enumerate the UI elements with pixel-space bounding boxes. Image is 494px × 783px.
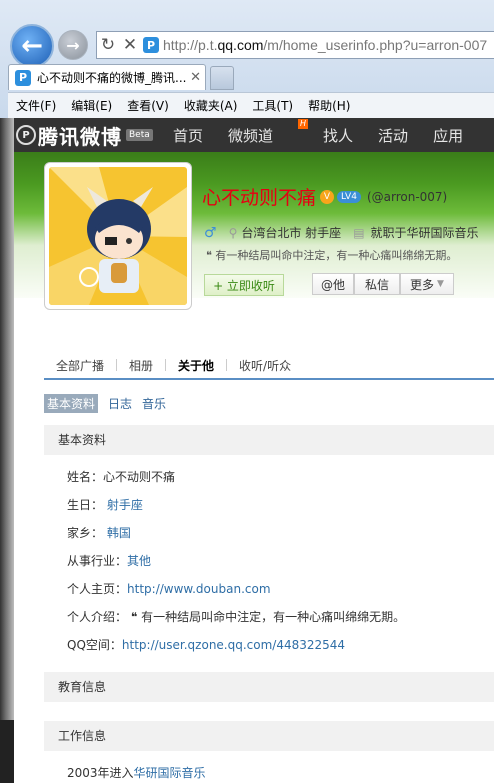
site-topbar: P 腾讯微博 Beta 首页 微频道 H 找人 活动 应用 — [14, 118, 494, 152]
profile-motto: ❝ 有一种结局叫命中注定，有一种心痛叫绵绵无期。 — [206, 249, 458, 262]
info-qzone: QQ空间：http://user.qzone.qq.com/448322544 — [67, 638, 346, 652]
menu-bar: 文件(F) 编辑(E) 查看(V) 收藏夹(A) 工具(T) 帮助(H) — [8, 92, 494, 118]
nav-apps[interactable]: 应用 — [433, 125, 463, 146]
nav-home[interactable]: 首页 — [173, 125, 203, 146]
nav-channel[interactable]: 微频道 H — [228, 118, 309, 146]
logo-icon: P — [16, 125, 36, 145]
tab-favicon-icon: P — [15, 69, 31, 86]
site-favicon-icon: P — [143, 37, 159, 53]
site-nav: 首页 微频道 H 找人 活动 应用 — [173, 118, 488, 146]
avatar[interactable] — [44, 162, 192, 310]
section-basic-header: 基本资料 — [44, 425, 494, 455]
info-intro: 个人介绍： ❝ 有一种结局叫命中注定，有一种心痛叫绵绵无期。 — [67, 610, 406, 624]
section-work-header: 工作信息 — [44, 721, 494, 751]
work-entry: 2003年进入华研国际音乐 — [67, 766, 206, 780]
stop-icon[interactable]: ✕ — [119, 35, 141, 55]
arrow-right-icon: → — [66, 35, 80, 55]
profile-meta: ♂ ⚲ 台湾台北市 射手座 ▤ 就职于华研国际音乐 — [204, 224, 479, 241]
follow-button[interactable]: + 立即收听 — [204, 274, 284, 296]
menu-tools[interactable]: 工具(T) — [252, 97, 293, 114]
new-tab-button[interactable] — [210, 66, 234, 90]
avatar-image — [49, 167, 187, 305]
profile-tabs: 全部广播 相册 关于他 收听/听众 — [44, 352, 494, 380]
menu-view[interactable]: 查看(V) — [127, 97, 169, 114]
subtab-blog[interactable]: 日志 — [108, 395, 132, 412]
homepage-link[interactable]: http://www.douban.com — [127, 582, 271, 596]
info-name: 姓名：心不动则不痛 — [67, 470, 176, 484]
menu-file[interactable]: 文件(F) — [16, 97, 56, 114]
close-tab-icon[interactable]: ✕ — [190, 70, 201, 85]
hot-badge: H — [298, 118, 309, 129]
menu-help[interactable]: 帮助(H) — [308, 97, 350, 114]
location-text: 台湾台北市 射手座 — [241, 226, 342, 240]
info-homepage: 个人主页：http://www.douban.com — [67, 582, 271, 596]
briefcase-icon: ▤ — [353, 225, 365, 240]
browser-tab[interactable]: P 心不动则不痛的微博_腾讯... ✕ — [8, 64, 206, 90]
job-text: 就职于华研国际音乐 — [370, 226, 479, 240]
subtab-basic[interactable]: 基本资料 — [44, 394, 99, 413]
company-link[interactable]: 华研国际音乐 — [134, 766, 206, 780]
account-id: (@arron-007) — [366, 189, 448, 204]
nav-events[interactable]: 活动 — [378, 125, 408, 146]
forward-button[interactable]: → — [58, 30, 88, 60]
section-edu-header: 教育信息 — [44, 672, 494, 702]
browser-chrome: ← → ↻ ✕ P http://p.t.qq.com/m/home_useri… — [0, 0, 494, 118]
industry-link[interactable]: 其他 — [127, 554, 151, 568]
info-hometown: 家乡： 韩国 — [67, 526, 131, 540]
back-button[interactable]: ← — [10, 24, 54, 68]
background-strip-dark — [0, 720, 14, 783]
tab-about[interactable]: 关于他 — [166, 357, 226, 374]
level-badge: LV4 — [337, 190, 361, 203]
mention-button[interactable]: @他 — [312, 273, 354, 295]
tab-title: 心不动则不痛的微博_腾讯... — [37, 71, 187, 85]
arrow-left-icon: ← — [21, 31, 43, 61]
url-text[interactable]: http://p.t.qq.com/m/home_userinfo.php?u=… — [163, 37, 487, 53]
info-birthday: 生日： 射手座 — [67, 498, 143, 512]
menu-favorites[interactable]: 收藏夹(A) — [184, 97, 238, 114]
more-button[interactable]: 更多 ▼ — [400, 273, 454, 295]
tab-followers[interactable]: 收听/听众 — [227, 357, 303, 374]
tab-album[interactable]: 相册 — [117, 357, 165, 374]
info-industry: 从事行业：其他 — [67, 554, 152, 568]
beta-badge: Beta — [126, 129, 153, 141]
male-icon: ♂ — [204, 224, 217, 241]
location-pin-icon: ⚲ — [228, 225, 238, 240]
address-bar[interactable]: ↻ ✕ P http://p.t.qq.com/m/home_userinfo.… — [96, 31, 494, 59]
menu-edit[interactable]: 编辑(E) — [71, 97, 112, 114]
tab-all-posts[interactable]: 全部广播 — [44, 357, 116, 374]
site-logo[interactable]: P 腾讯微博 Beta — [16, 121, 173, 150]
subtab-music[interactable]: 音乐 — [142, 395, 166, 412]
chevron-down-icon: ▼ — [437, 279, 444, 289]
birthday-link[interactable]: 射手座 — [107, 498, 143, 512]
about-subtabs: 基本资料 日志 音乐 — [44, 394, 176, 413]
qzone-link[interactable]: http://user.qzone.qq.com/448322544 — [122, 638, 345, 652]
hometown-link[interactable]: 韩国 — [107, 526, 131, 540]
profile-name: 心不动则不痛 V LV4 (@arron-007) — [202, 187, 448, 209]
nav-find-people[interactable]: 找人 — [323, 125, 353, 146]
background-strip — [0, 118, 14, 783]
message-button[interactable]: 私信 — [354, 273, 400, 295]
refresh-icon[interactable]: ↻ — [97, 35, 119, 55]
verified-icon: V — [320, 189, 335, 204]
